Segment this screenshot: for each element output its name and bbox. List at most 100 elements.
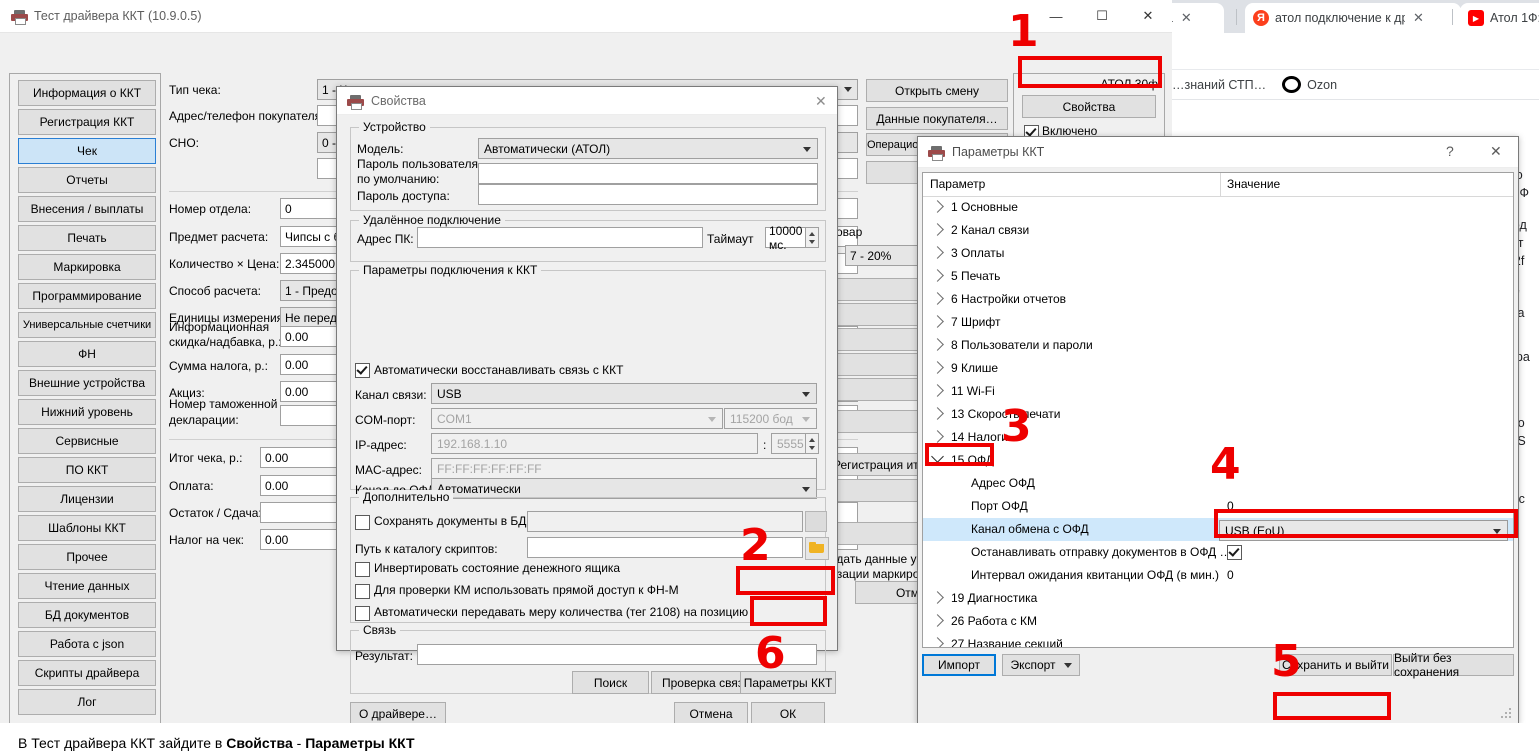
close-icon[interactable]: ✕	[815, 93, 827, 110]
buyer-data-button[interactable]: Данные покупателя…	[866, 107, 1008, 130]
tree-row-18[interactable]: 26 Работа с КМ	[923, 610, 1513, 633]
save-docs-browse-button[interactable]	[805, 511, 827, 532]
open-shift-button[interactable]: Открыть смену	[866, 79, 1008, 102]
spinner-down-icon[interactable]	[809, 446, 815, 450]
sidebar-item-log[interactable]: Лог	[18, 689, 156, 715]
import-button[interactable]: Импорт	[922, 654, 996, 676]
user-password-input[interactable]	[478, 163, 818, 184]
sidebar-item-software[interactable]: ПО ККТ	[18, 457, 156, 483]
sidebar-item-lowlevel[interactable]: Нижний уровень	[18, 399, 156, 425]
tree-row-17[interactable]: 19 Диагностика	[923, 587, 1513, 610]
ofd-channel-editor-select[interactable]: USB (EoU)	[1219, 520, 1508, 541]
save-docs-path-input[interactable]	[527, 511, 803, 532]
chevron-right-icon[interactable]	[931, 200, 944, 213]
exit-without-saving-button[interactable]: Выйти без сохранения	[1393, 654, 1514, 676]
folder-icon[interactable]	[805, 537, 829, 560]
mac-input[interactable]: FF:FF:FF:FF:FF:FF	[431, 458, 817, 479]
tree-row-16[interactable]: Интервал ожидания квитанции ОФД (в мин.)…	[923, 564, 1513, 587]
sidebar-item-counters[interactable]: Универсальные счетчики	[18, 312, 156, 338]
sidebar-item-docsdb[interactable]: БД документов	[18, 602, 156, 628]
close-icon[interactable]: ✕	[1413, 10, 1424, 26]
close-icon[interactable]: ✕	[1181, 10, 1192, 26]
sidebar-item-other[interactable]: Прочее	[18, 544, 156, 570]
save-docs-checkbox[interactable]	[355, 515, 370, 530]
chevron-right-icon[interactable]	[931, 246, 944, 259]
tree-row-3[interactable]: 5 Печать	[923, 265, 1513, 288]
minimize-button[interactable]: —	[1033, 0, 1079, 32]
sidebar-item-licenses[interactable]: Лицензии	[18, 486, 156, 512]
resize-grip[interactable]	[1501, 708, 1513, 720]
chevron-down-icon[interactable]	[931, 450, 944, 463]
export-button[interactable]: Экспорт	[1002, 654, 1080, 676]
tree-row-7[interactable]: 9 Клише	[923, 357, 1513, 380]
sidebar-item-info[interactable]: Информация о ККТ	[18, 80, 156, 106]
spinner-up-icon[interactable]	[809, 438, 815, 442]
sidebar-item-print[interactable]: Печать	[18, 225, 156, 251]
chevron-right-icon[interactable]	[931, 430, 944, 443]
tree-row-1[interactable]: 2 Канал связи	[923, 219, 1513, 242]
model-select[interactable]: Автоматически (АТОЛ)	[478, 138, 818, 159]
tree-row-4[interactable]: 6 Настройки отчетов	[923, 288, 1513, 311]
sidebar-item-programming[interactable]: Программирование	[18, 283, 156, 309]
spinner-up-icon[interactable]	[809, 232, 815, 236]
pc-address-input[interactable]	[417, 227, 703, 248]
sidebar-item-cashinout[interactable]: Внесения / выплаты	[18, 196, 156, 222]
device-properties-button[interactable]: Свойства	[1022, 95, 1156, 118]
chevron-right-icon[interactable]	[931, 223, 944, 236]
tree-row-5[interactable]: 7 Шрифт	[923, 311, 1513, 334]
chevron-right-icon[interactable]	[931, 637, 944, 648]
chevron-right-icon[interactable]	[931, 591, 944, 604]
tree-row-9[interactable]: 13 Скорость печати	[923, 403, 1513, 426]
kkt-params-button[interactable]: Параметры ККТ	[740, 671, 836, 694]
sidebar-item-reports[interactable]: Отчеты	[18, 167, 156, 193]
stop-sending-checkbox[interactable]	[1227, 545, 1242, 560]
chevron-right-icon[interactable]	[931, 292, 944, 305]
sidebar-item-marking[interactable]: Маркировка	[18, 254, 156, 280]
auto-measure-checkbox[interactable]	[355, 606, 370, 621]
chevron-right-icon[interactable]	[931, 384, 944, 397]
browser-tab-2[interactable]: ▶ Атол 1Ф: п	[1460, 3, 1539, 33]
tree-row-6[interactable]: 8 Пользователи и пароли	[923, 334, 1513, 357]
chevron-right-icon[interactable]	[931, 407, 944, 420]
tree-row-13[interactable]: Порт ОФД 0	[923, 495, 1513, 518]
result-input[interactable]	[417, 644, 817, 665]
ok-button[interactable]: ОК	[751, 702, 825, 725]
cancel-button[interactable]: Отмена	[674, 702, 748, 725]
bookmark-item-1[interactable]: Ozon	[1282, 76, 1337, 93]
chevron-right-icon[interactable]	[931, 614, 944, 627]
bookmark-item-0[interactable]: …знаний СТП…	[1172, 78, 1266, 92]
scripts-path-input[interactable]	[527, 537, 803, 558]
sidebar-item-readdata[interactable]: Чтение данных	[18, 573, 156, 599]
tree-row-2[interactable]: 3 Оплаты	[923, 242, 1513, 265]
sidebar-item-templates[interactable]: Шаблоны ККТ	[18, 515, 156, 541]
chevron-right-icon[interactable]	[931, 315, 944, 328]
baud-select[interactable]: 115200 бод	[724, 408, 817, 429]
timeout-spinner[interactable]	[805, 227, 819, 248]
tree-row-ofd[interactable]: 15 ОФД	[923, 449, 1513, 472]
tree-row-15[interactable]: Останавливать отправку документов в ОФД …	[923, 541, 1513, 564]
sidebar-item-registration[interactable]: Регистрация ККТ	[18, 109, 156, 135]
chevron-right-icon[interactable]	[931, 269, 944, 282]
ip-input[interactable]: 192.168.1.10	[431, 433, 758, 454]
tree-row-8[interactable]: 11 Wi-Fi	[923, 380, 1513, 403]
com-port-select[interactable]: COM1	[431, 408, 723, 429]
sidebar-item-external[interactable]: Внешние устройства	[18, 370, 156, 396]
close-icon[interactable]: ✕	[1490, 143, 1502, 160]
maximize-button[interactable]: ☐	[1079, 0, 1125, 32]
km-direct-checkbox[interactable]	[355, 584, 370, 599]
close-button[interactable]: ✕	[1125, 0, 1171, 32]
column-splitter[interactable]	[1220, 173, 1221, 196]
spinner-down-icon[interactable]	[809, 240, 815, 244]
save-and-exit-button[interactable]: Сохранить и выйти	[1279, 654, 1392, 676]
access-password-input[interactable]	[478, 184, 818, 205]
browser-tab-1[interactable]: Я атол подключение к драй ✕	[1245, 3, 1461, 33]
tree-row-19[interactable]: 27 Название секций	[923, 633, 1513, 648]
kkt-parameters-tree[interactable]: Параметр Значение 1 Основные 2 Канал свя…	[922, 172, 1514, 648]
ip-port-spinner[interactable]	[805, 433, 819, 454]
channel-select[interactable]: USB	[431, 383, 817, 404]
sidebar-item-fn[interactable]: ФН	[18, 341, 156, 367]
sidebar-item-scripts[interactable]: Скрипты драйвера	[18, 660, 156, 686]
about-driver-button[interactable]: О драйвере…	[350, 702, 446, 725]
tree-row-0[interactable]: 1 Основные	[923, 196, 1513, 219]
tree-row-10[interactable]: 14 Налоги	[923, 426, 1513, 449]
